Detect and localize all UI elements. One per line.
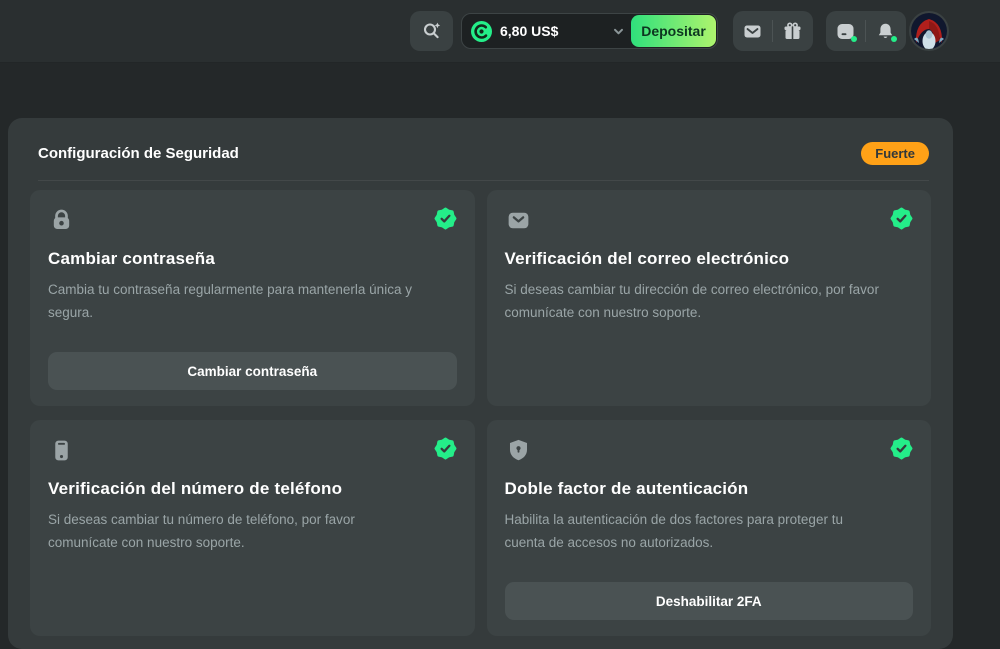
wallet-balance: 6,80 US$ <box>500 23 558 39</box>
verified-check-seal-icon <box>890 437 913 460</box>
card-phone-verification: Verificación del número de teléfono Si d… <box>30 420 475 636</box>
mail-gift-group <box>733 11 813 51</box>
top-navbar: 6,80 US$ Depositar <box>0 0 1000 63</box>
chat-bell-group <box>826 11 906 51</box>
search-icon <box>421 20 443 42</box>
shield-keyhole-icon <box>505 437 532 464</box>
chat-button[interactable] <box>826 11 865 51</box>
chat-notification-dot <box>851 36 857 42</box>
disable-2fa-button[interactable]: Deshabilitar 2FA <box>505 582 914 620</box>
card-email-verification: Verificación del correo electrónico Si d… <box>487 190 932 406</box>
card-description: Habilita la autenticación de dos factore… <box>505 509 885 554</box>
gift-icon <box>783 22 802 41</box>
card-description: Si deseas cambiar tu número de teléfono,… <box>48 509 428 554</box>
lock-icon <box>48 207 75 234</box>
card-title: Doble factor de autenticación <box>505 479 914 499</box>
card-description: Si deseas cambiar tu dirección de correo… <box>505 279 885 324</box>
card-top-row <box>505 207 914 234</box>
deposit-button[interactable]: Depositar <box>631 15 716 47</box>
search-button[interactable] <box>410 11 453 51</box>
bell-notification-dot <box>891 36 897 42</box>
envelope-icon <box>505 207 532 234</box>
bc-coin-icon <box>471 21 492 42</box>
card-top-row <box>505 437 914 464</box>
card-title: Cambiar contraseña <box>48 249 457 269</box>
wallet-currency-select[interactable]: 6,80 US$ Depositar <box>461 13 718 49</box>
card-top-row <box>48 207 457 234</box>
notifications-button[interactable] <box>866 11 905 51</box>
card-change-password: Cambiar contraseña Cambia tu contraseña … <box>30 190 475 406</box>
card-title: Verificación del número de teléfono <box>48 479 457 499</box>
chevron-down-icon <box>612 25 625 38</box>
security-cards-grid: Cambiar contraseña Cambia tu contraseña … <box>8 181 953 645</box>
verified-check-seal-icon <box>434 207 457 230</box>
card-top-row <box>48 437 457 464</box>
change-password-button[interactable]: Cambiar contraseña <box>48 352 457 390</box>
card-two-factor-auth: Doble factor de autenticación Habilita l… <box>487 420 932 636</box>
panel-header: Configuración de Seguridad Fuerte <box>8 118 953 180</box>
card-title: Verificación del correo electrónico <box>505 249 914 269</box>
security-strength-badge: Fuerte <box>861 142 929 165</box>
security-settings-panel: Configuración de Seguridad Fuerte <box>8 118 953 649</box>
verified-check-seal-icon <box>434 437 457 460</box>
phone-icon <box>48 437 75 464</box>
card-description: Cambia tu contraseña regularmente para m… <box>48 279 428 324</box>
avatar[interactable] <box>909 11 949 51</box>
verified-check-seal-icon <box>890 207 913 230</box>
page-title: Configuración de Seguridad <box>38 145 239 162</box>
mail-icon <box>743 22 762 41</box>
gift-button[interactable] <box>773 11 812 51</box>
mail-button[interactable] <box>733 11 772 51</box>
security-settings-page: 6,80 US$ Depositar <box>0 0 1000 649</box>
